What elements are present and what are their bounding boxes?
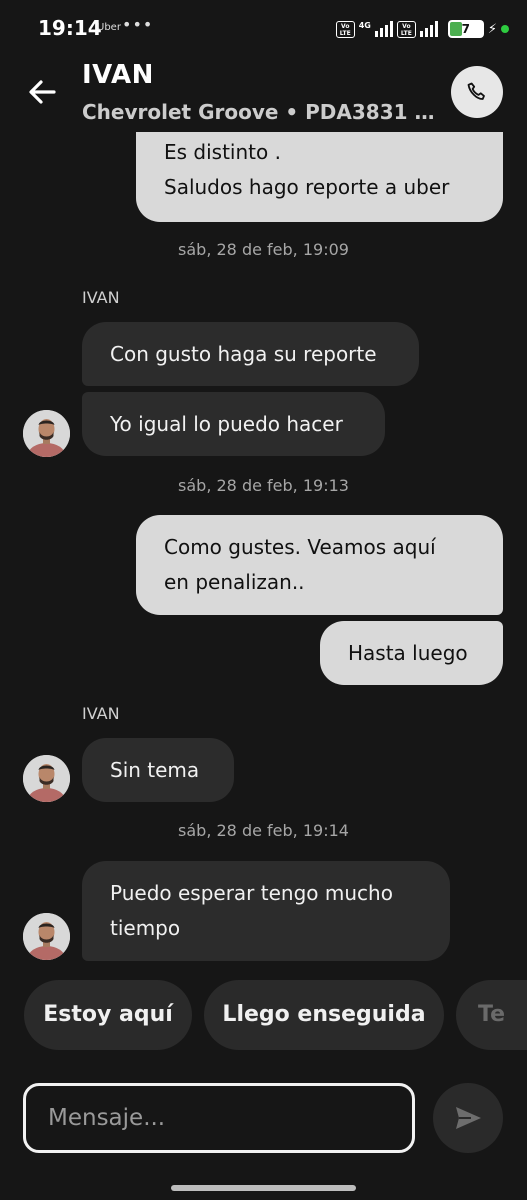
status-indicators: Vo LTE 4G Vo LTE 7 ⚡: [335, 17, 509, 41]
driver-photo-icon: [23, 410, 70, 457]
quick-reply-chip[interactable]: Llego enseguida: [204, 980, 444, 1050]
message-incoming: Sin tema: [82, 738, 234, 802]
network-type-label: 4G: [358, 20, 371, 30]
home-indicator[interactable]: [171, 1185, 356, 1191]
status-time: 19:14: [38, 16, 102, 40]
message-text: Es distinto .: [164, 140, 281, 164]
vehicle-info: Chevrolet Groove • PDA3831 • 4...: [82, 100, 442, 124]
driver-name: IVAN: [82, 60, 154, 90]
sender-name: IVAN: [82, 288, 120, 307]
quick-reply-chip[interactable]: Estoy aquí: [24, 980, 192, 1050]
message-incoming: Puedo esperar tengo mucho tiempo: [82, 861, 450, 961]
message-text: Saludos hago reporte a uber: [164, 175, 450, 199]
quick-replies: Estoy aquí Llego enseguida Te: [0, 980, 527, 1052]
message-text: en penalizan..: [164, 570, 305, 594]
status-app-label: Uber: [97, 22, 121, 33]
chat-messages[interactable]: Es distinto . Saludos hago reporte a ube…: [0, 132, 527, 962]
timestamp: sáb, 28 de feb, 19:13: [178, 476, 349, 495]
signal-icon: [374, 21, 393, 37]
signal-icon-2: [419, 21, 438, 37]
avatar: [23, 755, 70, 802]
avatar: [23, 913, 70, 960]
status-more-dots: •••: [122, 15, 154, 34]
message-text: tiempo: [110, 916, 181, 940]
timestamp: sáb, 28 de feb, 19:14: [178, 821, 349, 840]
status-bar: 19:14 Uber ••• Vo LTE 4G Vo LTE 7 ⚡: [0, 0, 527, 58]
driver-photo-icon: [23, 913, 70, 960]
driver-photo-icon: [23, 755, 70, 802]
message-text: Como gustes. Veamos aquí: [164, 535, 436, 559]
sender-name: IVAN: [82, 704, 120, 723]
back-button[interactable]: [24, 74, 60, 110]
message-text: Yo igual lo puedo hacer: [110, 412, 343, 436]
chat-header: IVAN Chevrolet Groove • PDA3831 • 4...: [0, 58, 527, 132]
privacy-dot-icon: [501, 25, 509, 33]
message-text: Con gusto haga su reporte: [110, 342, 377, 366]
phone-icon: [467, 82, 485, 100]
message-input[interactable]: [23, 1083, 415, 1153]
battery-icon: 7: [447, 20, 484, 38]
quick-reply-chip[interactable]: Te: [456, 980, 527, 1050]
message-outgoing: Hasta luego: [320, 621, 503, 685]
message-text: Hasta luego: [348, 641, 468, 665]
message-outgoing: Es distinto . Saludos hago reporte a ube…: [136, 132, 503, 222]
send-icon: [456, 1107, 481, 1129]
message-incoming: Yo igual lo puedo hacer: [82, 392, 385, 456]
charging-icon: ⚡: [487, 21, 497, 37]
send-button[interactable]: [433, 1083, 503, 1153]
volte-icon-2: Vo LTE: [396, 20, 416, 38]
call-button[interactable]: [451, 66, 503, 118]
message-incoming: Con gusto haga su reporte: [82, 322, 419, 386]
timestamp: sáb, 28 de feb, 19:09: [178, 240, 349, 259]
message-outgoing: Como gustes. Veamos aquí en penalizan..: [136, 515, 503, 615]
avatar: [23, 410, 70, 457]
battery-level: 7: [461, 22, 471, 36]
message-text: Puedo esperar tengo mucho: [110, 881, 393, 905]
message-text: Sin tema: [110, 758, 200, 782]
back-arrow-icon: [29, 80, 56, 104]
volte-icon: Vo LTE: [335, 20, 355, 38]
